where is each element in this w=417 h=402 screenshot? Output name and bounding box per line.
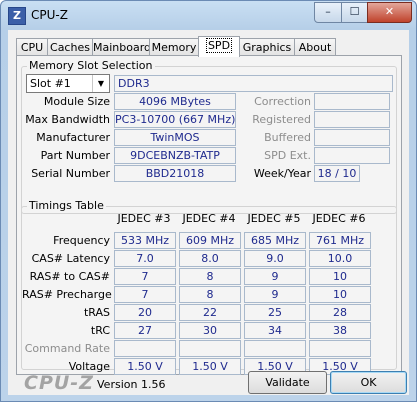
timing-cell: 30 <box>179 322 241 339</box>
tab-about[interactable]: About <box>294 38 336 56</box>
timing-column-header: JEDEC #4 <box>182 212 236 225</box>
buffered-value <box>314 129 390 146</box>
timing-row-label: tRAS <box>83 306 110 319</box>
timing-cell: 7 <box>114 286 176 303</box>
manufacturer-value: TwinMOS <box>114 129 236 146</box>
cpuz-window: Z CPU-Z – ☐ ✕ CPU Caches Mainboard Memor… <box>0 0 417 402</box>
max-bandwidth-label: Max Bandwidth <box>25 113 110 126</box>
serial-number-value: BBD21018 <box>114 165 236 182</box>
memory-slot-group-title: Memory Slot Selection <box>27 59 155 72</box>
max-bandwidth-value: PC3-10700 (667 MHz) <box>114 111 236 128</box>
timing-row-label: CAS# Latency <box>31 252 110 265</box>
close-button[interactable]: ✕ <box>367 2 412 23</box>
timing-cell: 28 <box>309 304 371 321</box>
timing-cell: 34 <box>244 322 306 339</box>
correction-label: Correction <box>254 95 311 108</box>
tab-spd[interactable]: SPD <box>198 36 240 57</box>
timing-cell: 20 <box>114 304 176 321</box>
registered-value <box>314 111 390 128</box>
timing-cell: 8 <box>179 286 241 303</box>
timing-cell: 7.0 <box>114 250 176 267</box>
manufacturer-label: Manufacturer <box>36 131 110 144</box>
module-size-label: Module Size <box>43 95 110 108</box>
timing-cell: 9 <box>244 268 306 285</box>
week-year-value: 18 / 10 <box>314 165 360 182</box>
week-year-label: Week/Year <box>253 167 311 180</box>
timing-cell <box>309 340 371 357</box>
memory-type-value: DDR3 <box>114 75 393 92</box>
timing-row-label: RAS# Precharge <box>22 288 112 301</box>
timing-cell: 10.0 <box>309 250 371 267</box>
validate-button[interactable]: Validate <box>248 371 327 394</box>
slot-select[interactable]: Slot #1 ▼ <box>26 74 110 93</box>
cpuz-brand-logo: CPU-Z <box>24 372 94 394</box>
spd-ext-value <box>314 147 390 164</box>
timing-cell: 10 <box>309 286 371 303</box>
timing-cell: 8 <box>179 268 241 285</box>
minimize-button[interactable]: – <box>314 2 342 23</box>
timing-cell: 1.50 V <box>179 358 241 375</box>
timing-column-header: JEDEC #5 <box>247 212 301 225</box>
timing-cell: 10 <box>309 268 371 285</box>
timing-cell: 9.0 <box>244 250 306 267</box>
module-size-value: 4096 MBytes <box>114 93 236 110</box>
timing-row-label: tRC <box>90 324 110 337</box>
spd-ext-label: SPD Ext. <box>264 149 311 162</box>
tab-spd-label: SPD <box>205 38 233 53</box>
serial-number-label: Serial Number <box>31 167 110 180</box>
timing-cell: 38 <box>309 322 371 339</box>
timing-cell: 25 <box>244 304 306 321</box>
tab-cpu[interactable]: CPU <box>16 38 48 56</box>
tab-caches[interactable]: Caches <box>47 38 93 56</box>
title-bar[interactable]: Z CPU-Z – ☐ ✕ <box>1 1 416 29</box>
part-number-label: Part Number <box>40 149 110 162</box>
client-area: CPU Caches Mainboard Memory SPD Graphics… <box>8 30 409 395</box>
timing-cell: 533 MHz <box>114 232 176 249</box>
timing-cell: 1.50 V <box>114 358 176 375</box>
timing-cell <box>114 340 176 357</box>
timing-cell: 22 <box>179 304 241 321</box>
version-label: Version 1.56 <box>97 378 166 391</box>
timing-cell: 761 MHz <box>309 232 371 249</box>
timing-cell: 7 <box>114 268 176 285</box>
tab-mainboard[interactable]: Mainboard <box>92 38 151 56</box>
registered-label: Registered <box>252 113 311 126</box>
part-number-value: 9DCEBNZB-TATP <box>114 147 236 164</box>
timing-row-label: Command Rate <box>24 342 110 355</box>
timing-row-label: Frequency <box>53 234 110 247</box>
timings-group-title: Timings Table <box>27 199 106 212</box>
timing-cell: 8.0 <box>179 250 241 267</box>
timing-column-header: JEDEC #6 <box>312 212 366 225</box>
timing-cell: 27 <box>114 322 176 339</box>
timing-row-label: RAS# to CAS# <box>29 270 110 283</box>
timing-column-header: JEDEC #3 <box>117 212 171 225</box>
correction-value <box>314 93 390 110</box>
ok-button[interactable]: OK <box>330 371 407 394</box>
spd-panel: Memory Slot Selection Slot #1 ▼ DDR3 Mod… <box>16 55 402 375</box>
maximize-button[interactable]: ☐ <box>341 2 368 23</box>
timing-cell: 685 MHz <box>244 232 306 249</box>
chevron-down-icon[interactable]: ▼ <box>92 75 109 92</box>
memory-slot-group: Memory Slot Selection Slot #1 ▼ DDR3 Mod… <box>21 59 397 214</box>
window-title: CPU-Z <box>31 8 68 22</box>
tab-memory[interactable]: Memory <box>149 38 199 56</box>
slot-select-value: Slot #1 <box>30 77 71 90</box>
tab-graphics[interactable]: Graphics <box>239 38 295 56</box>
timing-cell <box>179 340 241 357</box>
timing-cell <box>244 340 306 357</box>
timing-cell: 9 <box>244 286 306 303</box>
cpuz-app-icon: Z <box>8 7 26 25</box>
buffered-label: Buffered <box>264 131 311 144</box>
timings-group: Timings Table JEDEC #3 JEDEC #4 JEDEC #5… <box>21 199 397 375</box>
timing-cell: 609 MHz <box>179 232 241 249</box>
